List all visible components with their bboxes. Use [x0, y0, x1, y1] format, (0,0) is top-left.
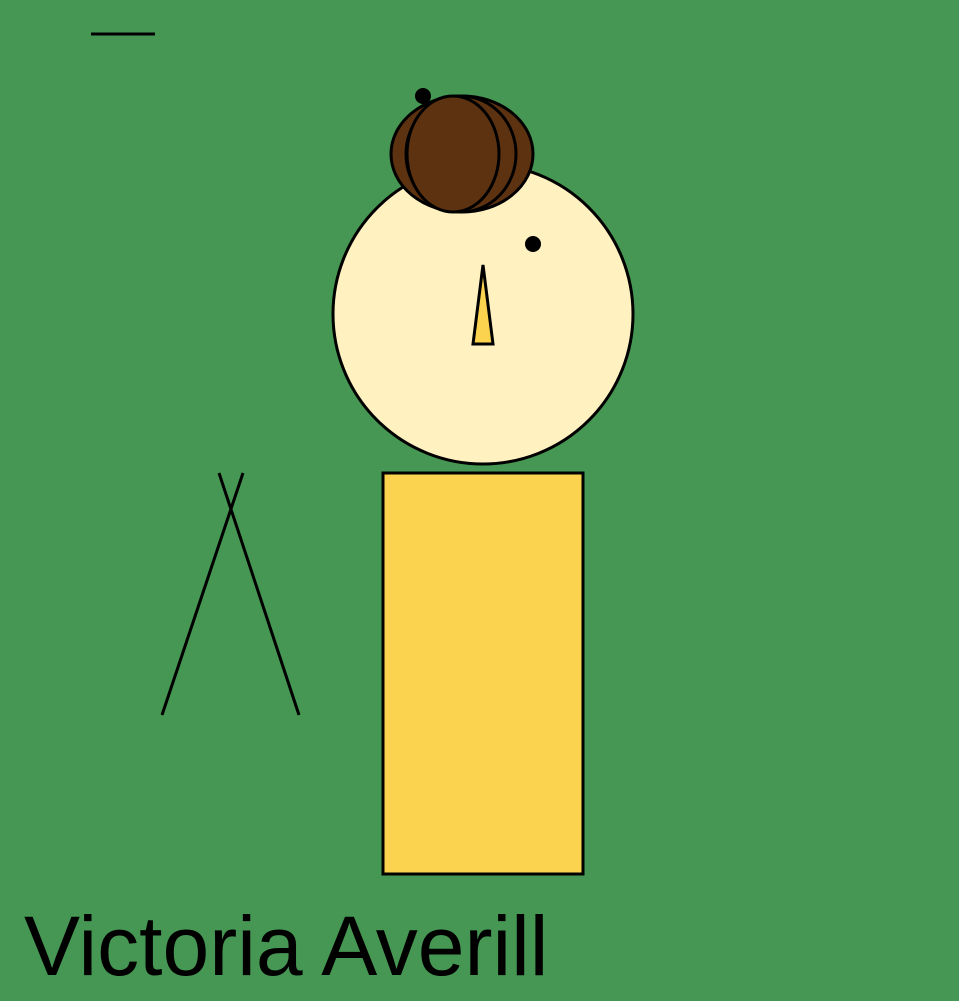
hair-bun-inner	[405, 94, 501, 214]
hair-bun	[389, 94, 535, 214]
body-rectangle	[381, 471, 585, 876]
caption-name-text: Victoria Averill	[24, 899, 549, 993]
eye-dot	[525, 236, 541, 252]
drawing-canvas	[0, 0, 959, 1001]
hair-dot	[415, 88, 431, 104]
